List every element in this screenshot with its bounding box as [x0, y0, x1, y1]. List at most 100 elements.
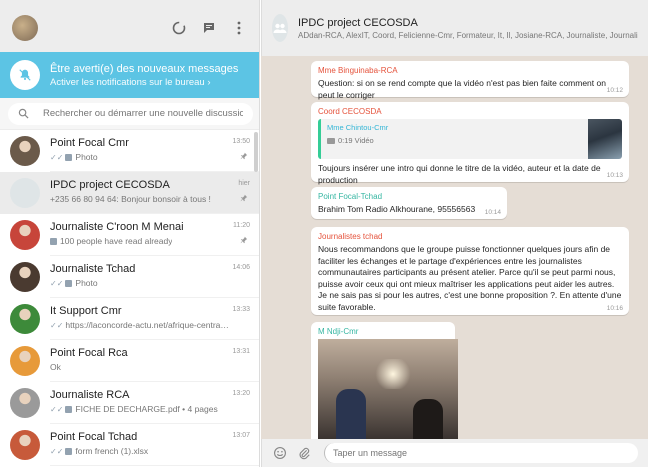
quoted-video-thumbnail	[588, 119, 622, 159]
chat-time: 13:31	[232, 348, 250, 355]
chat-preview: Ok	[50, 362, 61, 372]
chat-preview: Photo	[75, 278, 98, 288]
chat-name: Journaliste C'roon M Menai	[50, 221, 184, 233]
search-bar	[0, 98, 259, 130]
chat-name: Point Focal Tchad	[50, 431, 138, 443]
chat-name: It Support Cmr	[50, 305, 122, 317]
chat-preview: FICHE DE DECHARGE.pdf • 4 pages	[75, 404, 218, 414]
chat-time: 13:20	[232, 390, 250, 397]
chat-time: hier	[238, 180, 250, 187]
message-time: 10:13	[606, 172, 623, 179]
read-receipt-icon: ✓✓	[50, 404, 64, 414]
chat-list-item[interactable]: Journaliste RCA ✓✓ FICHE DE DECHARGE.pdf •…	[0, 382, 259, 424]
message-bubble[interactable]: Journalistes tchad Nous recommandons que…	[311, 227, 629, 315]
chat-preview: +235 66 80 94 64: Bonjour bonsoir à tous…	[50, 194, 211, 204]
chat-list-item[interactable]: Journaliste Tchad ✓✓ Photo 14:06	[0, 256, 259, 298]
message-bubble[interactable]: Coord CECOSDA Mme Chintou-Cmr 0:19 Vidéo…	[311, 102, 629, 185]
chat-name: IPDC project CECOSDA	[50, 179, 170, 191]
message-time: 10:16	[606, 305, 623, 312]
my-avatar[interactable]	[12, 15, 38, 41]
chat-list-scrollbar[interactable]	[254, 132, 258, 172]
group-avatar-icon[interactable]	[272, 14, 288, 42]
chat-preview: Photo	[75, 152, 98, 162]
attach-icon[interactable]	[296, 445, 312, 461]
read-receipt-icon: ✓✓	[50, 320, 64, 330]
chat-avatar	[10, 304, 40, 334]
quoted-sender: Mme Chintou-Cmr	[327, 123, 389, 132]
group-members: ADdan-RCA, AlexIT, Coord, Felicienne-Cmr…	[298, 30, 638, 40]
chat-avatar	[10, 220, 40, 250]
menu-icon[interactable]	[231, 20, 247, 36]
message-text: Nous recommandons que le groupe puisse f…	[318, 244, 622, 312]
chat-avatar	[10, 262, 40, 292]
message-text: Toujours insérer une intro qui donne le …	[318, 163, 601, 185]
bell-off-icon	[10, 60, 40, 90]
message-area: Mme Binguinaba-RCA Question: si on se re…	[261, 56, 648, 439]
chat-avatar	[10, 430, 40, 460]
search-icon	[18, 108, 29, 119]
chat-list-item[interactable]: IPDC project CECOSDA +235 66 80 94 64: Bo…	[0, 172, 259, 214]
video-icon	[327, 137, 335, 144]
left-header	[0, 0, 259, 56]
read-receipt-icon: ✓✓	[50, 152, 64, 162]
chat-time: 14:06	[232, 264, 250, 271]
conversation-panel: IPDC project CECOSDA ADdan-RCA, AlexIT, …	[261, 0, 648, 467]
emoji-icon[interactable]	[272, 445, 288, 461]
chat-avatar	[10, 388, 40, 418]
media-icon	[50, 237, 57, 245]
message-text: Brahim Tom Radio Alkhourane, 95556563	[318, 204, 476, 214]
chat-time: 11:20	[233, 222, 250, 229]
chat-time: 13:07	[232, 432, 250, 439]
chat-list-item[interactable]: Point Focal Tchad ✓✓ form french (1).xlsx 1…	[0, 424, 259, 466]
message-sender: Mme Binguinaba-RCA	[318, 66, 398, 75]
new-chat-icon[interactable]	[201, 20, 217, 36]
message-composer	[261, 439, 648, 467]
pin-icon	[240, 194, 248, 204]
notification-link[interactable]: Activer les notifications sur le bureau …	[50, 76, 238, 89]
chat-avatar	[10, 178, 40, 208]
read-receipt-icon: ✓✓	[50, 446, 64, 456]
chat-name: Journaliste RCA	[50, 389, 130, 401]
conversation-header[interactable]: IPDC project CECOSDA ADdan-RCA, AlexIT, …	[261, 0, 648, 56]
chat-preview: https://laconcorde-actu.net/afrique-cent…	[65, 320, 230, 330]
message-bubble[interactable]: Point Focal-Tchad Brahim Tom Radio Alkho…	[311, 187, 507, 219]
search-input[interactable]	[43, 108, 243, 119]
video-thumbnail[interactable]	[318, 339, 458, 439]
chat-name: Point Focal Cmr	[50, 137, 129, 149]
group-name: IPDC project CECOSDA	[298, 16, 418, 29]
chat-preview: 100 people have read already	[60, 236, 173, 246]
message-sender: M Ndji-Cmr	[318, 327, 359, 336]
read-receipt-icon: ✓✓	[50, 278, 64, 288]
quoted-text: 0:19 Vidéo	[338, 136, 374, 145]
chat-list: Point Focal Cmr ✓✓ Photo 13:50 IPDC project …	[0, 130, 259, 467]
chat-preview: form french (1).xlsx	[75, 446, 149, 456]
chat-list-item[interactable]: Point Focal Cmr ✓✓ Photo 13:50	[0, 130, 259, 172]
message-text: Question: si on se rend compte que la vi…	[318, 78, 606, 100]
media-icon	[65, 279, 73, 287]
quoted-message[interactable]: Mme Chintou-Cmr 0:19 Vidéo	[318, 119, 622, 159]
chat-name: Point Focal Rca	[50, 347, 128, 359]
chat-list-item[interactable]: Journaliste C'roon M Menai 100 people hav…	[0, 214, 259, 256]
status-icon[interactable]	[171, 20, 187, 36]
chat-list-item[interactable]: Point Focal Rca Ok 13:31	[0, 340, 259, 382]
message-bubble[interactable]: Mme Binguinaba-RCA Question: si on se re…	[311, 61, 629, 100]
message-sender: Journalistes tchad	[318, 232, 383, 241]
chat-name: Journaliste Tchad	[50, 263, 136, 275]
notification-title: Être averti(e) des nouveaux messages	[50, 62, 239, 75]
message-sender: Point Focal-Tchad	[318, 192, 383, 201]
media-icon	[65, 405, 73, 413]
chat-avatar	[10, 346, 40, 376]
pin-icon	[240, 152, 248, 162]
chat-list-panel: Être averti(e) des nouveaux messages Act…	[0, 0, 260, 467]
notification-banner[interactable]: Être averti(e) des nouveaux messages Act…	[0, 52, 259, 98]
chat-list-item[interactable]: It Support Cmr ✓✓ https://laconcorde-actu.…	[0, 298, 259, 340]
message-input[interactable]	[324, 443, 638, 463]
message-bubble[interactable]: M Ndji-Cmr	[311, 322, 458, 439]
pin-icon	[240, 236, 248, 246]
chat-avatar	[10, 136, 40, 166]
message-time: 10:14	[484, 209, 501, 216]
message-time: 10:12	[606, 87, 623, 94]
chat-time: 13:33	[232, 306, 250, 313]
media-icon	[65, 447, 73, 455]
media-icon	[65, 153, 73, 161]
